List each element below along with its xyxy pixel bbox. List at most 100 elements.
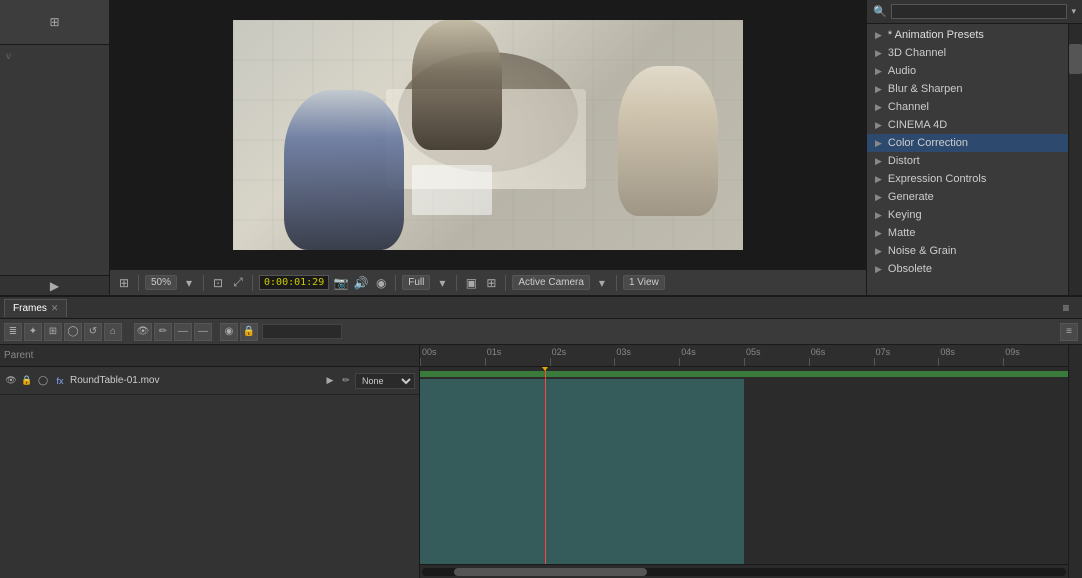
layer-icon-5[interactable]: ↺	[84, 323, 102, 341]
tl-left-controls: ≣ ✦ ⊞ ◯ ↺ ⌂ 👁 ✏ — — ◉ 🔒	[4, 323, 424, 341]
effect-icon[interactable]: fx	[53, 374, 67, 388]
fit-icon[interactable]: ⊡	[210, 275, 226, 291]
preview-container	[110, 0, 866, 269]
left-panel-icon[interactable]: ⊞	[47, 14, 63, 30]
search-dropdown-icon[interactable]: ▾	[1071, 6, 1076, 17]
track-area[interactable]	[420, 367, 1068, 564]
effects-search-input[interactable]	[891, 4, 1068, 19]
effect-item[interactable]: ▶* Animation Presets	[867, 26, 1068, 44]
layer-icon-2[interactable]: ✦	[24, 323, 42, 341]
motion-blur-icon[interactable]: ◉	[220, 323, 238, 341]
eye-icon[interactable]: 👁	[134, 323, 152, 341]
effect-item[interactable]: ▶Matte	[867, 224, 1068, 242]
layer-panel: Parent 👁 🔒 ◯ fx RoundTable-01.mov ▶ ✏	[0, 345, 420, 578]
effect-item[interactable]: ▶Obsolete	[867, 260, 1068, 278]
quality-button[interactable]: Full	[402, 275, 430, 290]
timecode-display: 0:00:01:29	[259, 275, 329, 290]
effect-item[interactable]: ▶Generate	[867, 188, 1068, 206]
sep4	[395, 275, 396, 291]
effects-scrollbar[interactable]	[1068, 24, 1082, 295]
fullscreen-icon[interactable]: ⤢	[230, 275, 246, 291]
left-panel: ⊞ v ▶	[0, 0, 110, 295]
effect-arrow-icon: ▶	[875, 138, 882, 149]
layer-icon-6[interactable]: ⌂	[104, 323, 122, 341]
zoom-button[interactable]: 50%	[145, 275, 177, 290]
timeline-h-scrollbar[interactable]	[420, 564, 1068, 578]
camera-icon[interactable]: 📷	[333, 275, 349, 291]
ruler-label: 09s	[1005, 347, 1020, 357]
scene-bg	[233, 20, 743, 250]
effect-arrow-icon: ▶	[875, 48, 882, 59]
playhead[interactable]	[545, 367, 546, 564]
search-timeline-input[interactable]	[262, 324, 342, 339]
layer-icon-4[interactable]: ◯	[64, 323, 82, 341]
tab-icons: ≡	[1058, 300, 1078, 316]
effects-list-container: ▶* Animation Presets▶3D Channel▶Audio▶Bl…	[867, 24, 1082, 295]
ruler-label: 03s	[616, 347, 631, 357]
visibility-icon[interactable]: 👁	[4, 374, 18, 388]
effect-arrow-icon: ▶	[875, 84, 882, 95]
tl-right-controls: ≡	[428, 323, 1078, 341]
search-icon[interactable]: 🔍	[873, 5, 887, 18]
panel-menu-icon[interactable]: ≡	[1058, 300, 1074, 316]
effect-item[interactable]: ▶3D Channel	[867, 44, 1068, 62]
effect-item[interactable]: ▶Color Correction	[867, 134, 1068, 152]
quality-dropdown-icon[interactable]: ▾	[434, 275, 450, 291]
layer-filename: RoundTable-01.mov	[70, 375, 320, 386]
effect-item-label: Blur & Sharpen	[888, 83, 963, 95]
effect-item[interactable]: ▶Audio	[867, 62, 1068, 80]
effect-arrow-icon: ▶	[875, 264, 882, 275]
expand-icon[interactable]: ▶	[47, 278, 63, 294]
sep5	[456, 275, 457, 291]
effect-item[interactable]: ▶Noise & Grain	[867, 242, 1068, 260]
effect-item[interactable]: ▶CINEMA 4D	[867, 116, 1068, 134]
effects-panel: 🔍 ▾ ▶* Animation Presets▶3D Channel▶Audi…	[867, 0, 1082, 295]
collapse-icon[interactable]: —	[174, 323, 192, 341]
tab-frames[interactable]: Frames ✕	[4, 299, 67, 317]
effect-item[interactable]: ▶Distort	[867, 152, 1068, 170]
layer-arrow-icon[interactable]: ▶	[323, 374, 337, 388]
effect-item[interactable]: ▶ Blur & Sharpen	[867, 80, 1068, 98]
panel-options-icon[interactable]: ≡	[1060, 323, 1078, 341]
expand2-icon[interactable]: —	[194, 323, 212, 341]
effect-item-label: Audio	[888, 65, 916, 77]
preview-area: ⊞ 50% ▾ ⊡ ⤢ 0:00:01:29 📷 🔊 ◉ Full ▾ ▣ ⊞ …	[110, 0, 867, 295]
layer-icon-3[interactable]: ⊞	[44, 323, 62, 341]
layer-pen2-icon[interactable]: ✏	[339, 374, 353, 388]
layer-controls: ▶ ✏ None	[323, 373, 415, 389]
zoom-dropdown-icon[interactable]: ▾	[181, 275, 197, 291]
pen-icon[interactable]: ✏	[154, 323, 172, 341]
layer-icon-1[interactable]: ≣	[4, 323, 22, 341]
audio-icon[interactable]: 🔊	[353, 275, 369, 291]
ruler-tick	[614, 358, 615, 366]
camera-view-button[interactable]: Active Camera	[512, 275, 590, 290]
grid-icon[interactable]: ⊞	[116, 275, 132, 291]
color-icon[interactable]: ◉	[373, 275, 389, 291]
layer-bar[interactable]	[420, 379, 744, 564]
ruler-label: 08s	[940, 347, 955, 357]
grid2-icon[interactable]: ⊞	[483, 275, 499, 291]
preview-image	[233, 20, 743, 250]
table-row[interactable]: 👁 🔒 ◯ fx RoundTable-01.mov ▶ ✏ None	[0, 367, 419, 395]
ruler-tick	[938, 358, 939, 366]
timeline-v-scrollbar[interactable]	[1068, 345, 1082, 578]
effect-item[interactable]: ▶Channel	[867, 98, 1068, 116]
blend-mode-select[interactable]: None	[355, 373, 415, 389]
effect-arrow-icon: ▶	[875, 192, 882, 203]
top-area: ⊞ v ▶	[0, 0, 1082, 295]
effect-item[interactable]: ▶Expression Controls	[867, 170, 1068, 188]
ruler-tick	[679, 358, 680, 366]
effect-item[interactable]: ▶Keying	[867, 206, 1068, 224]
lock2-icon[interactable]: 🔒	[20, 374, 34, 388]
effect-item-label: Keying	[888, 209, 922, 221]
effect-item-label: Noise & Grain	[888, 245, 956, 257]
lock-icon[interactable]: 🔒	[240, 323, 258, 341]
solo-icon[interactable]: ◯	[36, 374, 50, 388]
effect-item-label: Distort	[888, 155, 920, 167]
tab-close-icon[interactable]: ✕	[51, 303, 59, 314]
ruler-label: 00s	[422, 347, 437, 357]
view-button[interactable]: 1 View	[623, 275, 665, 290]
camera-dropdown-icon[interactable]: ▾	[594, 275, 610, 291]
ruler-label: 06s	[811, 347, 826, 357]
screen-icon[interactable]: ▣	[463, 275, 479, 291]
